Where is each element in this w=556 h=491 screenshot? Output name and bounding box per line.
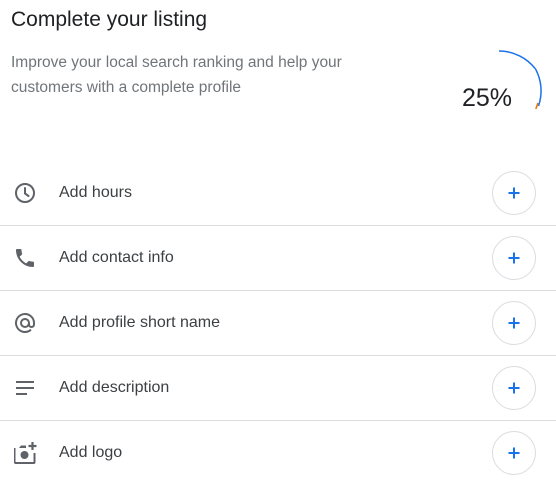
list-item-add-hours[interactable]: Add hours bbox=[0, 161, 556, 226]
page-title: Complete your listing bbox=[11, 8, 208, 31]
page-subtitle: Improve your local search ranking and he… bbox=[11, 54, 342, 96]
add-short-name-button[interactable] bbox=[492, 301, 536, 345]
list-item-label: Add profile short name bbox=[59, 314, 220, 331]
list-item-add-contact-info[interactable]: Add contact info bbox=[0, 226, 556, 291]
plus-icon bbox=[508, 317, 520, 329]
add-hours-button[interactable] bbox=[492, 171, 536, 215]
add-photo-icon bbox=[11, 439, 39, 467]
progress-percent: 25% bbox=[462, 84, 513, 112]
list-item-label: Add contact info bbox=[59, 249, 174, 266]
clock-icon bbox=[11, 179, 39, 207]
progress-arc-end bbox=[535, 102, 539, 110]
phone-icon bbox=[11, 244, 39, 272]
list-item-label: Add logo bbox=[59, 444, 123, 461]
plus-icon bbox=[508, 187, 520, 199]
add-description-button[interactable] bbox=[492, 366, 536, 410]
list-item-add-logo[interactable]: Add logo bbox=[0, 421, 556, 486]
text-lines-icon bbox=[11, 374, 39, 402]
add-contact-info-button[interactable] bbox=[492, 236, 536, 280]
progress-arc bbox=[498, 50, 537, 70]
plus-icon bbox=[508, 252, 520, 264]
progress-arc-continuation bbox=[534, 68, 542, 107]
list-item-label: Add hours bbox=[59, 184, 132, 201]
plus-icon bbox=[508, 447, 520, 459]
plus-icon bbox=[508, 382, 520, 394]
list-item-add-description[interactable]: Add description bbox=[0, 356, 556, 421]
at-sign-icon bbox=[11, 309, 39, 337]
list-item-label: Add description bbox=[59, 379, 170, 396]
task-list: Add hours Add contact info Add profile s… bbox=[0, 161, 556, 486]
add-logo-button[interactable] bbox=[492, 431, 536, 475]
list-item-add-short-name[interactable]: Add profile short name bbox=[0, 291, 556, 356]
